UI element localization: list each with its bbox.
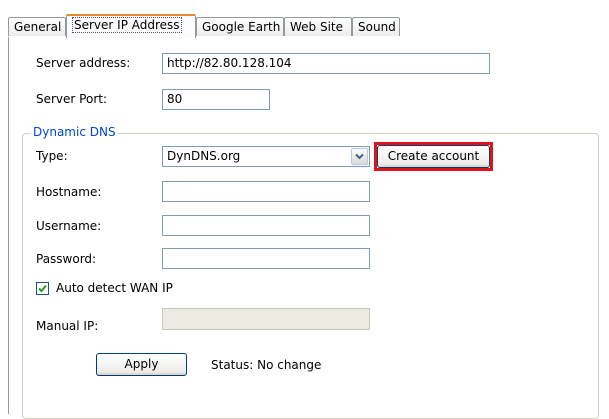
password-label: Password: xyxy=(36,252,97,266)
manual-ip-label: Manual IP: xyxy=(36,319,99,333)
auto-detect-label[interactable]: Auto detect WAN IP xyxy=(56,281,173,295)
tab-strip: General Server IP Address Google Earth W… xyxy=(0,0,609,40)
server-port-label: Server Port: xyxy=(36,92,107,106)
tab-label: General xyxy=(14,20,62,34)
server-address-input[interactable]: http://82.80.128.104 xyxy=(162,53,490,74)
tab-label: Google Earth xyxy=(202,20,281,34)
tab-sound[interactable]: Sound xyxy=(352,17,400,36)
dropdown-arrow-button[interactable] xyxy=(351,148,368,165)
checkmark-icon xyxy=(38,284,47,293)
hostname-input[interactable] xyxy=(162,181,370,202)
type-label: Type: xyxy=(36,149,68,163)
type-select-value: DynDNS.org xyxy=(167,149,241,163)
type-select[interactable]: DynDNS.org xyxy=(162,146,370,167)
manual-ip-input[interactable] xyxy=(162,308,370,330)
tab-label: Server IP Address xyxy=(72,17,182,33)
dynamic-dns-title: Dynamic DNS xyxy=(31,125,118,139)
chevron-down-icon xyxy=(355,153,364,160)
tab-general[interactable]: General xyxy=(8,17,66,36)
tab-label: Web Site xyxy=(290,20,344,34)
password-input[interactable] xyxy=(162,248,370,269)
hostname-label: Hostname: xyxy=(36,185,102,199)
tab-server-ip-address[interactable]: Server IP Address xyxy=(66,14,196,38)
apply-button[interactable]: Apply xyxy=(96,353,187,376)
server-address-label: Server address: xyxy=(36,56,131,70)
username-label: Username: xyxy=(36,219,102,233)
tab-web-site[interactable]: Web Site xyxy=(284,17,352,36)
auto-detect-checkbox[interactable] xyxy=(36,282,49,295)
status-text: Status: No change xyxy=(211,358,322,372)
tab-google-earth[interactable]: Google Earth xyxy=(196,17,284,36)
tab-label: Sound xyxy=(358,20,396,34)
create-account-button[interactable]: Create account xyxy=(377,145,490,168)
username-input[interactable] xyxy=(162,215,370,236)
server-port-input[interactable]: 80 xyxy=(162,89,270,110)
dynamic-dns-group xyxy=(22,133,599,419)
